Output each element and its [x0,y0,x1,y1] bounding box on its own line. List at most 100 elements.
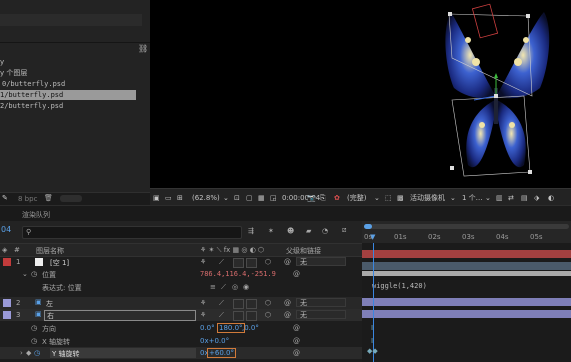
switch-box[interactable] [246,258,257,268]
composition-viewer[interactable] [150,0,571,188]
chevron-down-icon[interactable]: ⌄ [374,193,380,203]
switch-box[interactable] [233,311,244,321]
pickwhip-icon[interactable]: @ [284,299,291,307]
layer-name[interactable]: [空 1] [50,258,69,268]
stopwatch-icon[interactable]: ◷ [31,337,37,345]
shy-switch-icon[interactable]: ⚘ [200,311,206,319]
layer-row[interactable]: 1 [空 1] ⚘ ⟋ ⬡ @ 无 [0,256,362,268]
shy-icon[interactable]: ☻ [287,227,294,235]
resolution-dropdown[interactable]: (完整) [347,193,366,203]
current-time[interactable]: 04 [1,225,11,234]
expression-graph-icon[interactable]: ⟋ [221,283,226,292]
orientation-x-value[interactable]: 0.0° [200,324,215,332]
layer-bar[interactable] [362,310,571,318]
graph-editor-icon[interactable]: ⧄ [342,226,346,235]
orientation-z-value[interactable]: ,0.0° [242,324,259,332]
parent-dropdown[interactable]: 无 [296,257,346,266]
number-column-icon[interactable]: # [14,246,20,254]
pen-icon[interactable]: ✎ [2,194,8,202]
monitor-icon[interactable]: ▭ [165,193,172,203]
snapshot-icon[interactable]: ⎘ [320,193,326,203]
project-item[interactable]: 2/butterfly.psd [0,101,136,111]
parent-header[interactable]: 父级和链接 [286,246,321,256]
x-rotation-value[interactable]: 0x+0.0° [200,337,229,345]
search-input[interactable]: ⚲ [22,226,242,239]
project-item[interactable]: y 个图层 [0,68,136,78]
3d-layer-icon[interactable]: ⬡ [265,258,271,266]
work-area-start[interactable] [364,224,372,229]
camera-dropdown[interactable]: 活动摄像机 [410,193,445,203]
expression-code[interactable]: wiggle(1,420) [372,282,427,290]
pickwhip-icon[interactable]: @ [293,349,300,357]
quality-switch-icon[interactable]: ⟋ [219,299,224,308]
switch-box[interactable] [233,299,244,309]
pickwhip-icon[interactable]: @ [284,258,291,266]
chevron-right-icon[interactable]: › [20,349,23,357]
orientation-y-value[interactable]: 180.0° [217,323,245,333]
layer-name[interactable]: 左 [46,299,53,309]
pickwhip-icon[interactable]: @ [284,311,291,319]
reset-exposure-icon[interactable]: ◐ [548,193,554,203]
color-channel-icon[interactable]: ✿ [334,193,340,203]
layer-row[interactable]: 3 ▣ 右 ⚘ ⟋ ⬡ @ 无 [0,309,362,321]
layout-icon[interactable]: ▥ [496,193,503,203]
roi-icon[interactable]: ⬚ [385,193,392,203]
quality-switch-icon[interactable]: ⟋ [219,311,224,320]
zoom-dropdown[interactable]: (62.8%) [192,193,220,203]
camera-icon[interactable]: 📷 [307,193,316,203]
pickwhip-icon[interactable]: @ [293,270,300,278]
bit-depth-label[interactable]: 8 bpc [18,195,37,203]
chevron-down-icon[interactable]: ⌄ [223,193,229,203]
label-color[interactable] [3,311,11,319]
label-column-icon[interactable]: ◈ [2,246,7,254]
comp-mini-flowchart-icon[interactable]: ⇶ [248,227,254,235]
shy-switch-icon[interactable]: ⚘ [200,299,206,307]
draft-3d-icon[interactable]: ✶ [268,227,274,235]
pixel-aspect-icon[interactable]: ▤ [521,193,528,203]
expression-language-icon[interactable]: ◉ [243,283,249,291]
transparency-icon[interactable]: ▩ [397,193,404,203]
keyframe-nav-icon[interactable]: ◆ [26,349,31,357]
stopwatch-icon[interactable]: ◷ [31,270,37,278]
keyframe-icon[interactable]: I [371,324,373,332]
switch-box[interactable] [246,299,257,309]
keyframe-icon[interactable]: I [371,337,373,345]
region-icon[interactable]: ▢ [246,193,253,203]
work-area-bar[interactable] [364,224,569,229]
layer-bar[interactable] [362,298,571,306]
expression-enable-icon[interactable]: ≡ [210,283,216,291]
project-item[interactable]: 0/butterfly.psd [0,79,136,89]
views-dropdown[interactable]: 1 个… [462,193,483,203]
layer-row[interactable]: 2 ▣ 左 ⚘ ⟋ ⬡ @ 无 [0,297,362,309]
layer-bar[interactable] [362,262,571,270]
share-icon[interactable]: ⇄ [508,193,514,203]
flowchart-icon[interactable]: ⛓ [138,44,148,53]
keyframe-icon[interactable]: ◆◆ [367,347,378,355]
motion-blur-icon[interactable]: ◔ [322,227,328,235]
layer-name-header[interactable]: 图层名称 [36,246,64,256]
3d-layer-icon[interactable]: ⬡ [265,299,271,307]
shy-switch-icon[interactable]: ⚘ [200,258,206,266]
parent-dropdown[interactable]: 无 [296,310,346,319]
grid-icon[interactable]: ⊞ [177,193,183,203]
time-indicator-line[interactable] [373,235,374,362]
3d-layer-icon[interactable]: ⬡ [265,311,271,319]
label-color[interactable] [3,299,11,307]
pickwhip-icon[interactable]: @ [293,337,300,345]
layer-name-field[interactable]: 右 [44,310,196,321]
trash-icon[interactable]: 🗑 [44,194,53,202]
quality-switch-icon[interactable]: ⟋ [219,258,224,267]
always-preview-icon[interactable]: ▣ [153,193,160,203]
render-queue-tab[interactable]: 渲染队列 [22,210,50,220]
project-item-selected[interactable]: 1/butterfly.psd [0,90,136,100]
label-color[interactable] [3,258,11,266]
stopwatch-active-icon[interactable]: ◷ [34,349,40,357]
chevron-down-icon[interactable]: ⌄ [22,270,28,278]
transparency-grid-icon[interactable]: ▦ [258,193,265,203]
scrollbar[interactable] [60,195,82,202]
chevron-down-icon[interactable]: ⌄ [450,193,456,203]
expression-pickwhip-icon[interactable]: ◎ [232,283,238,291]
stopwatch-icon[interactable]: ◷ [31,324,37,332]
layer-bar[interactable] [362,250,571,258]
pickwhip-icon[interactable]: @ [293,324,300,332]
